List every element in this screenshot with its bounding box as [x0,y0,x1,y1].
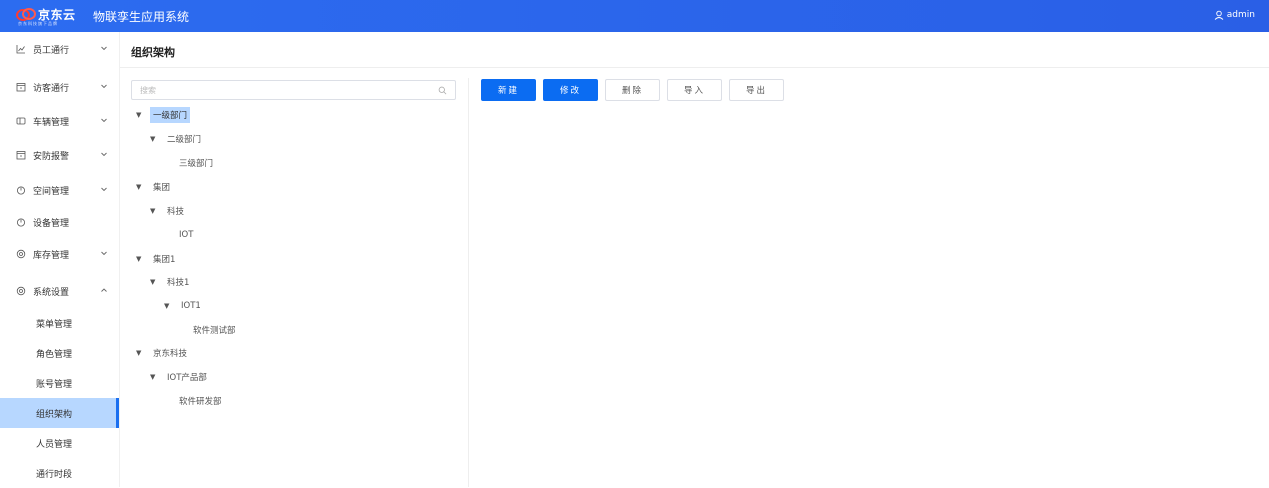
tree-node-label: 科技1 [167,278,190,288]
chevron-down-icon [101,187,107,192]
sidebar-subitem-account-management[interactable]: 账号管理 [0,368,120,398]
page-title: 组织架构 [131,46,175,59]
sidebar-item-vehicle-management[interactable]: 车辆管理 [0,106,120,136]
settings-icon [15,285,27,297]
tree-node[interactable]: ▼ 集团 [136,178,173,196]
tree-node[interactable]: IOT [176,226,196,244]
caret-down-icon[interactable]: ▼ [136,349,144,357]
sidebar-subitem-label: 通行时段 [36,469,73,480]
user-icon [1214,10,1224,20]
tree-node-label: 一级部门 [150,107,191,123]
sidebar-item-label: 访客通行 [33,83,70,94]
tree-node[interactable]: ▼ 科技 [150,202,187,220]
tag-icon [15,115,27,127]
chart-line-icon [15,43,27,55]
sidebar-item-label: 系统设置 [33,287,70,298]
chevron-down-icon [101,84,107,89]
sidebar-subitem-label: 菜单管理 [36,319,73,330]
jd-cloud-logo-icon [16,8,36,21]
settings-icon [15,248,27,260]
tree-node[interactable]: ▼ 集团1 [136,250,178,268]
tree-node[interactable]: ▼ 科技1 [150,273,192,291]
chevron-down-icon [101,118,107,123]
sidebar-subitem-label: 角色管理 [36,349,73,360]
caret-down-icon[interactable]: ▼ [136,255,144,263]
calendar-icon [15,81,27,93]
title-divider [120,67,1269,68]
app-title: 物联孪生应用系统 [93,10,190,24]
sidebar-item-label: 车辆管理 [33,117,70,128]
sidebar-subitem-personnel-management[interactable]: 人员管理 [0,428,120,458]
tree-node[interactable]: ▼ 京东科技 [136,344,190,362]
tree-node-label: IOT产品部 [167,373,207,383]
search-input[interactable] [132,81,422,99]
tree-node-label: 三级部门 [179,159,214,169]
panel-divider [468,78,469,487]
sidebar-item-label: 员工通行 [33,45,70,56]
sidebar-item-system-settings[interactable]: 系统设置 [0,276,120,306]
search-icon[interactable] [438,86,447,95]
user-menu[interactable]: admin [1214,10,1255,20]
sidebar-item-label: 空间管理 [33,186,70,197]
export-button[interactable]: 导出 [729,79,784,101]
calendar-icon [15,149,27,161]
tree-node-label: 软件研发部 [179,397,222,407]
tree-node-label: 京东科技 [153,349,188,359]
tree-node[interactable]: ▼ 一级部门 [136,106,191,124]
tree-node-label: 软件测试部 [193,326,236,336]
sidebar: 员工通行 访客通行 车辆管理 安防报警 空间管理 设备管理 库存管理 系统设置 … [0,32,120,487]
sidebar-item-device-management[interactable]: 设备管理 [0,207,120,237]
username: admin [1226,10,1255,20]
tree-node-label: 集团1 [153,255,176,265]
new-button[interactable]: 新建 [481,79,536,101]
tree-node[interactable]: 三级部门 [176,154,216,172]
caret-down-icon[interactable]: ▼ [136,183,144,191]
sidebar-item-security-alarm[interactable]: 安防报警 [0,140,120,170]
chevron-down-icon [101,251,107,256]
sidebar-item-inventory-management[interactable]: 库存管理 [0,239,120,269]
sidebar-subitem-label: 账号管理 [36,379,73,390]
caret-down-icon[interactable]: ▼ [150,135,158,143]
logo: 京东云 京东科技旗下品牌 [16,6,90,28]
sidebar-subitem-menu-management[interactable]: 菜单管理 [0,308,120,338]
tree-node-label: 科技 [167,207,185,217]
sidebar-subitem-access-periods[interactable]: 通行时段 [0,458,120,488]
tree-node[interactable]: ▼ IOT1 [164,297,204,315]
sidebar-subitem-label: 组织架构 [36,409,73,420]
caret-down-icon[interactable]: ▼ [150,207,158,215]
sidebar-subitem-org-structure[interactable]: 组织架构 [0,398,118,428]
sidebar-item-label: 设备管理 [33,218,70,229]
sidebar-item-space-management[interactable]: 空间管理 [0,175,120,205]
tree-node-label: IOT1 [181,301,201,311]
power-icon [15,216,27,228]
sidebar-subitem-role-management[interactable]: 角色管理 [0,338,120,368]
top-bar: 京东云 京东科技旗下品牌 物联孪生应用系统 admin [0,0,1269,32]
logo-subtitle: 京东科技旗下品牌 [18,21,58,26]
tree-node[interactable]: 软件研发部 [176,392,225,410]
caret-down-icon[interactable]: ▼ [136,111,144,119]
delete-button[interactable]: 删除 [605,79,660,101]
tree-node-label: 集团 [153,183,171,193]
caret-down-icon[interactable]: ▼ [150,373,158,381]
sidebar-item-label: 库存管理 [33,250,70,261]
search-box [131,80,456,100]
edit-button[interactable]: 修改 [543,79,598,101]
sidebar-item-label: 安防报警 [33,151,70,162]
tree-node-label: IOT [179,230,194,240]
caret-down-icon[interactable]: ▼ [164,302,172,310]
sidebar-subitem-label: 人员管理 [36,439,73,450]
sidebar-item-visitor-access[interactable]: 访客通行 [0,72,120,102]
import-button[interactable]: 导入 [667,79,722,101]
chevron-down-icon [101,152,107,157]
chevron-down-icon [101,46,107,51]
active-indicator [116,398,119,428]
tree-node[interactable]: 软件测试部 [190,321,239,339]
tree-node-label: 二级部门 [167,135,202,145]
tree-node[interactable]: ▼ 二级部门 [150,130,204,148]
caret-down-icon[interactable]: ▼ [150,278,158,286]
power-icon [15,184,27,196]
tree-node[interactable]: ▼ IOT产品部 [150,368,210,386]
sidebar-item-employee-access[interactable]: 员工通行 [0,34,120,64]
chevron-up-icon [101,288,107,292]
